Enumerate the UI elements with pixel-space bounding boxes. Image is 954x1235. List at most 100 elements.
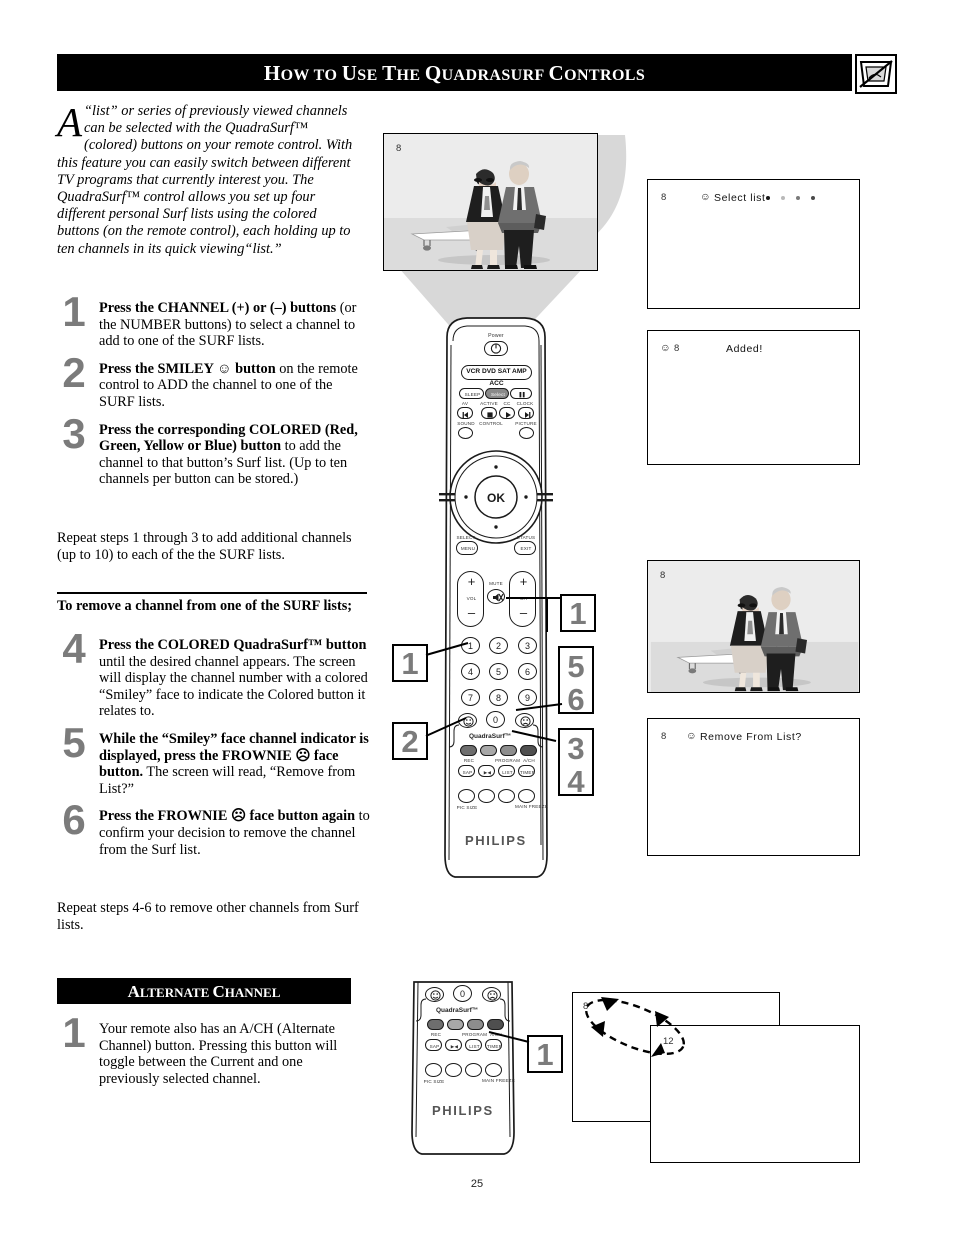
quadrasurf-color-button-1[interactable] [427,1019,444,1030]
sleep-button[interactable]: SLEEP [459,388,484,399]
exit-button[interactable]: EXIT [514,541,536,555]
exit-top-label: STATUS [516,535,536,540]
callout-2-smiley: 2 [392,722,428,760]
callout-pointer-ch [506,597,550,599]
key-7-button[interactable]: 7 [461,689,480,706]
step-text: Press the CHANNEL (+) or (–) buttons (or… [99,300,357,350]
color-sublabel-1: REC [430,1032,442,1037]
picture-button[interactable] [519,427,534,439]
key-5-button[interactable]: 5 [489,663,508,680]
function-button-sap[interactable]: SAP [458,765,475,777]
alt-blank-button-2[interactable] [465,1063,482,1077]
main-freeze-label: MAIN FREEZE [515,804,549,809]
function-button-label: SAP [462,769,473,775]
prev-icon-button[interactable] [457,407,473,419]
callout-1-numbers: 1 [392,644,428,682]
steps-add-list: 1 Press the CHANNEL (+) or (–) buttons (o… [57,291,367,499]
step-text: Press the SMILEY ☺ button on the remote … [99,360,358,410]
callout-4: 4 [567,764,585,799]
function-button-list[interactable]: LIST [498,765,515,777]
pause-button[interactable] [510,388,532,399]
function-button-label: SAP [429,1043,440,1049]
function-button-[interactable]: ▶◀ [445,1039,462,1051]
sleep-label: SLEEP [464,392,481,397]
channel-plus[interactable]: + [510,575,537,588]
remove-section-heading: To remove a channel from one of the SURF… [57,598,353,614]
pic-size-button[interactable] [458,789,475,803]
page-title: HOW TO USE THE QUADRASURF CONTROLS [263,61,646,85]
sound-button[interactable] [458,427,473,439]
volume-plus[interactable]: + [458,575,485,588]
added-label: Added! [726,343,763,355]
key-6-label: 6 [524,667,530,677]
volume-rocker[interactable]: + VOL – [457,571,484,627]
picture-label: PICTURE [515,421,537,426]
remote-control-alternate: 0 QuadraSurf™ RECPROGRAMA/CH SAP▶◀LISTTI… [404,980,522,1160]
key-3-button[interactable]: 3 [518,637,537,654]
step-number: 6 [62,796,86,844]
callout-pointer-color [511,730,557,742]
key-6-button[interactable]: 6 [518,663,537,680]
volume-minus[interactable]: – [458,606,485,619]
alternate-channel-title: ALTERNATE CHANNEL [127,982,281,1001]
quadrasurf-label: QuadraSurf™ [469,733,512,740]
pic-size-label: PIC SIZE [456,805,478,810]
blank-button-1[interactable] [478,789,495,803]
remove-channel: 8 [661,731,667,742]
section-divider [57,592,367,594]
select-list-channel: 8 [661,192,667,203]
function-button-sap[interactable]: SAP [425,1039,442,1051]
quadrasurf-color-button-2[interactable] [480,745,497,756]
power-button[interactable] [484,341,508,356]
step-number: 2 [62,348,86,396]
main-freeze-button[interactable] [518,789,535,803]
alt-pic-size-label: PIC SIZE [423,1079,445,1084]
alt-blank-button-1[interactable] [445,1063,462,1077]
stop-icon-button[interactable] [481,407,497,419]
step-item: 2 Press the SMILEY ☺ button on the remote… [57,351,367,411]
quadrasurf-color-button-2[interactable] [447,1019,464,1030]
quadrasurf-color-button-1[interactable] [460,745,477,756]
step-number: 1 [62,288,86,335]
menu-button[interactable]: MENU [456,541,478,555]
exit-label: EXIT [520,546,532,551]
list-indicator-dot [781,196,785,201]
clock-label: CLOCK [516,401,534,406]
function-button-label: ▶◀ [483,769,492,775]
repeat-4-6-note: Repeat steps 4-6 to remove other channel… [57,900,359,933]
mode-select-bar[interactable]: VCR DVD SAT AMP ACC [461,365,532,387]
key-5-label: 5 [495,667,501,677]
step-text: Press the corresponding COLORED (Red, Gr… [99,421,358,488]
alt-quadrasurf-label: QuadraSurf™ [436,1007,479,1014]
next-icon-button[interactable] [518,407,534,419]
callout-6: 6 [567,682,585,717]
cc-label: CC [503,401,511,406]
function-button-label: LIST [502,769,513,775]
function-button-list[interactable]: LIST [465,1039,482,1051]
blank-button-2[interactable] [498,789,515,803]
color-sublabel-3: PROGRAM [495,758,521,763]
callout-pointer-frownie [515,703,563,711]
function-button-label: LIST [469,1043,480,1049]
function-button-timer[interactable]: TIMER [518,765,535,777]
select-button[interactable]: Select [485,388,509,399]
callout-1-channel: 1 [560,594,596,632]
key-8-button[interactable]: 8 [489,689,508,706]
function-button-[interactable]: ▶◀ [478,765,495,777]
callout-pointer-numbers [425,642,469,656]
step-text: Your remote also has an A/CH (Alternate … [99,1021,338,1087]
alt-pic-size-button[interactable] [425,1063,442,1077]
intro-text: “list” or series of previously viewed ch… [57,103,353,257]
step-item: 3 Press the corresponding COLORED (Red, G… [57,412,367,488]
channel-minus[interactable]: – [510,606,537,619]
alt-philips-logo: PHILIPS [432,1103,494,1118]
mute-button[interactable] [487,589,505,604]
key-4-button[interactable]: 4 [461,663,480,680]
av-label: AV [461,401,469,406]
remove-label: Remove From List? [700,731,802,743]
alt-main-freeze-button[interactable] [485,1063,502,1077]
play-icon-button[interactable] [499,407,515,419]
tv-screen-top: 8 [383,133,598,271]
quadrasurf-color-button-3[interactable] [467,1019,484,1030]
key-2-button[interactable]: 2 [489,637,508,654]
